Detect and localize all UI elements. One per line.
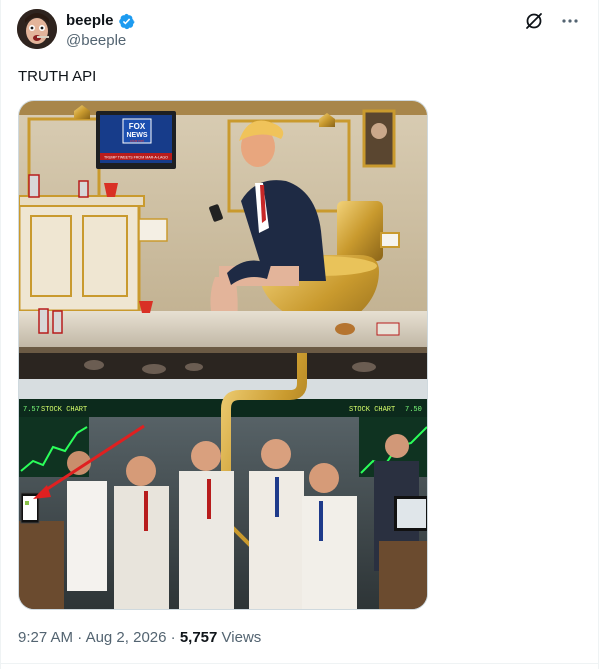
ellipsis-icon: [562, 19, 578, 23]
avatar[interactable]: [17, 9, 57, 49]
tweet-media-image[interactable]: FOX NEWS channel TRUMP TWEETS FROM MAR-A…: [18, 100, 428, 610]
tweet-text: TRUTH API: [18, 68, 97, 85]
tweet-time[interactable]: 9:27 AM: [18, 629, 73, 646]
board-left-num: 7.57: [23, 406, 40, 414]
views-count: 5,757: [179, 629, 218, 646]
board-left-text: STOCK CHART: [41, 406, 87, 414]
meta-separator: ·: [77, 629, 83, 646]
tv-logo-line1: FOX: [129, 122, 146, 131]
media-illustration: FOX NEWS channel TRUMP TWEETS FROM MAR-A…: [19, 101, 427, 609]
left-border: [0, 0, 1, 669]
more-options-icon[interactable]: [559, 10, 581, 32]
tv-ticker: TRUMP TWEETS FROM MAR-A-LAGO: [104, 156, 168, 160]
top-actions: [523, 10, 581, 32]
toilet-paper: [380, 232, 400, 248]
views-label: Views: [221, 629, 262, 646]
tweet-meta: 9:27 AM · Aug 2, 2026 · 5,757 Views: [18, 629, 261, 647]
bottom-divider: [0, 663, 599, 664]
board-right-num: 7.50: [405, 406, 422, 414]
board-right-text: STOCK CHART: [349, 406, 395, 414]
tv-logo-line3: channel: [130, 138, 144, 143]
display-name[interactable]: beeple: [66, 12, 114, 30]
meta-separator-2: ·: [170, 629, 176, 646]
tweet-date[interactable]: Aug 2, 2026: [86, 629, 167, 646]
verified-badge-icon: [118, 13, 135, 29]
grok-icon[interactable]: [523, 10, 545, 32]
handle[interactable]: @beeple: [66, 32, 126, 50]
vanity: [19, 199, 141, 313]
author-name-row: beeple: [66, 12, 135, 30]
tv: FOX NEWS channel TRUMP TWEETS FROM MAR-A…: [96, 111, 176, 169]
avatar-image: [17, 9, 57, 49]
tweet: beeple @beeple TRUTH API FOX NEWS channe…: [0, 0, 599, 669]
grok-slash-circle-icon: [526, 13, 542, 29]
